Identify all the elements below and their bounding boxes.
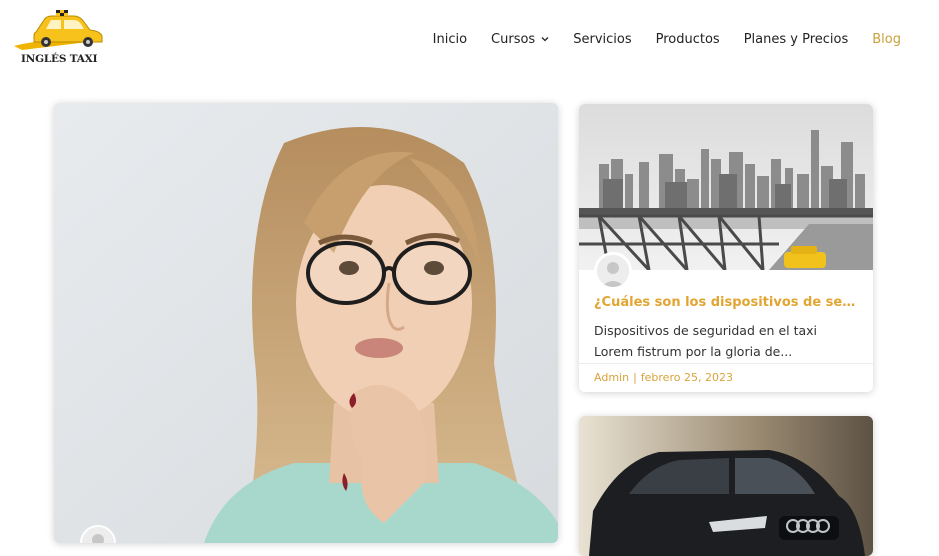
- main-nav: Inicio Cursos Servicios Productos Planes…: [433, 30, 901, 48]
- card-body: ¿Cuáles son los dispositivos de segurida…: [594, 295, 864, 362]
- featured-post-image[interactable]: [54, 103, 558, 543]
- site-header: INGLÉS TAXI Inicio Cursos Servicios Prod…: [0, 0, 939, 80]
- nav-item-cursos[interactable]: Cursos: [491, 30, 549, 48]
- featured-post[interactable]: [54, 103, 558, 543]
- post-title[interactable]: ¿Cuáles son los dispositivos de segurida…: [594, 295, 856, 310]
- post-author[interactable]: Admin: [594, 371, 629, 384]
- author-avatar[interactable]: [594, 252, 632, 290]
- nav-item-inicio[interactable]: Inicio: [433, 30, 467, 48]
- post-excerpt: Dispositivos de seguridad en el taxi Lor…: [594, 323, 818, 359]
- nav-item-blog[interactable]: Blog: [872, 30, 901, 48]
- post-meta: Admin | febrero 25, 2023: [579, 363, 873, 384]
- nav-item-planes[interactable]: Planes y Precios: [744, 30, 849, 48]
- site-logo[interactable]: INGLÉS TAXI: [12, 10, 108, 70]
- blog-card[interactable]: ¿Cuáles son los dispositivos de segurida…: [579, 104, 873, 392]
- nav-item-cursos-label: Cursos: [491, 31, 536, 47]
- logo-text: INGLÉS TAXI: [21, 53, 98, 65]
- post-date: febrero 25, 2023: [640, 371, 733, 384]
- blog-card[interactable]: [579, 416, 873, 556]
- user-placeholder-icon: [82, 527, 114, 543]
- nav-item-servicios[interactable]: Servicios: [573, 30, 631, 48]
- chevron-down-icon: [541, 37, 549, 42]
- black-car-image: [579, 416, 873, 556]
- post-thumbnail[interactable]: [579, 104, 873, 270]
- user-placeholder-icon: [597, 255, 629, 287]
- post-thumbnail[interactable]: [579, 416, 873, 556]
- meta-separator: |: [633, 371, 637, 384]
- city-bridge-image: [579, 104, 873, 270]
- taxi-logo-icon: [14, 10, 104, 50]
- nav-item-productos[interactable]: Productos: [656, 30, 720, 48]
